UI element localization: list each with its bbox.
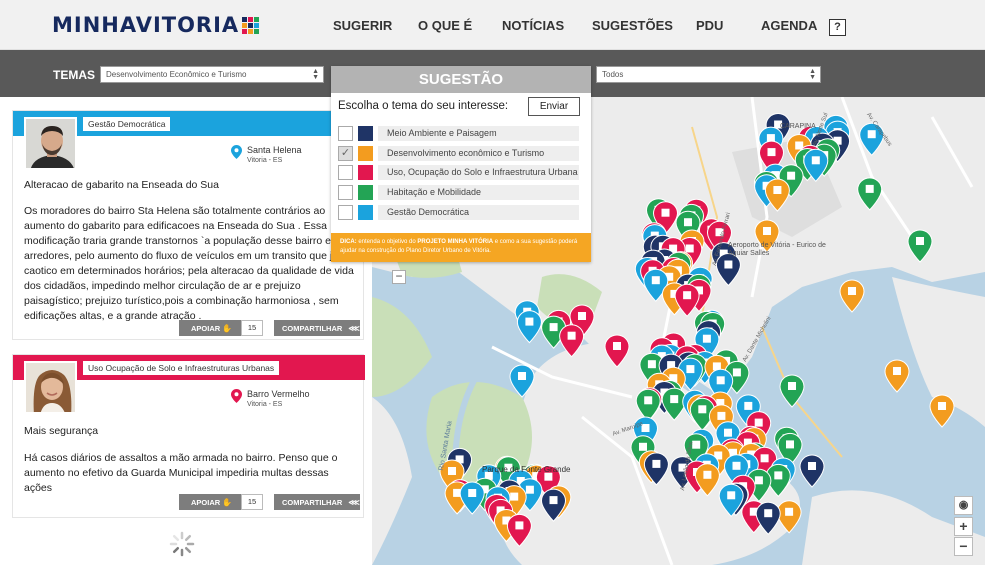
popup-question: Escolha o tema do seu interesse: <box>338 100 509 112</box>
popup-tip: DICA: entenda o objetivo do PROJETO MINH… <box>331 233 591 262</box>
map-label: CARAPINA <box>780 123 816 130</box>
theme-color-swatch <box>358 185 373 200</box>
logo-grid-icon <box>242 16 260 34</box>
share-label: COMPARTILHAR <box>282 498 343 507</box>
tip-project-link[interactable]: PROJETO MINHA VITÓRIA <box>417 239 493 245</box>
locate-button[interactable]: ◉ <box>954 496 973 515</box>
nav-sugestoes[interactable]: SUGESTÕES <box>592 18 673 33</box>
region-filter-value: Todos <box>602 70 624 79</box>
share-label: COMPARTILHAR <box>282 324 343 333</box>
suggestions-list[interactable]: Gestão Democrática Santa Helena Vitoria … <box>0 97 372 565</box>
theme-filter-select[interactable]: Desenvolvimento Econômico e Turismo ▲ ▼ <box>100 66 324 83</box>
theme-option-gestao[interactable]: Gestão Democrática <box>338 205 579 220</box>
theme-checkbox[interactable] <box>338 126 353 141</box>
logo-grid-cell <box>254 16 260 22</box>
logo-grid-cell <box>248 16 254 22</box>
suggestion-popup: SUGESTÃO Escolha o tema do seu interesse… <box>331 66 591 262</box>
theme-color-swatch <box>358 126 373 141</box>
thumbs-up-icon: ✋ <box>222 324 233 333</box>
theme-checkbox[interactable] <box>338 185 353 200</box>
tip-prefix: DICA: <box>340 239 357 245</box>
logo-grid-cell <box>254 28 260 34</box>
map-label: Aeroporto de Vitória - Eurico de Aguiar … <box>728 242 826 257</box>
theme-option-uso-ocupacao[interactable]: Uso, Ocupação do Solo e Infraestrutura U… <box>338 165 579 180</box>
suggestion-body: Os moradores do bairro Sta Helena são to… <box>24 205 354 322</box>
popup-title: SUGESTÃO <box>331 66 591 93</box>
location-city: Vitoria - ES <box>247 157 283 164</box>
support-label: APOIAR <box>191 324 221 333</box>
tip-text: entenda o objetivo do <box>358 239 416 245</box>
share-icon: ⋘ <box>348 324 360 333</box>
thumbs-up-icon: ✋ <box>222 498 233 507</box>
location-name: Santa Helena <box>247 145 302 155</box>
theme-label: Habitação e Mobilidade <box>378 185 579 200</box>
zoom-in-button[interactable]: + <box>954 517 973 536</box>
location-name: Barro Vermelho <box>247 389 310 399</box>
theme-label: Meio Ambiente e Paisagem <box>378 126 579 141</box>
suggestion-body: Há casos diários de assaltos a mão armad… <box>24 452 338 494</box>
logo-grid-cell <box>242 16 248 22</box>
avatar <box>24 361 77 414</box>
suggestion-card: Gestão Democrática Santa Helena Vitoria … <box>12 110 365 340</box>
theme-label: Desenvolvimento econômico e Turismo <box>378 146 579 161</box>
logo-grid-cell <box>242 28 248 34</box>
support-label: APOIAR <box>191 498 221 507</box>
nav-noticias[interactable]: NOTÍCIAS <box>502 18 564 33</box>
updown-arrow-icon: ▲ ▼ <box>809 68 816 81</box>
logo-grid-cell <box>242 22 248 28</box>
logo-grid-cell <box>248 28 254 34</box>
support-button[interactable]: APOIAR ✋ <box>179 320 241 336</box>
suggestion-card: Uso Ocupação de Solo e Infraestruturas U… <box>12 354 365 518</box>
support-count: 15 <box>241 494 263 510</box>
theme-filter-value: Desenvolvimento Econômico e Turismo <box>106 70 247 79</box>
updown-arrow-icon: ▲ ▼ <box>312 68 319 81</box>
logo-grid-cell <box>254 22 260 28</box>
theme-option-desenvolvimento[interactable]: ✓ Desenvolvimento econômico e Turismo <box>338 146 579 161</box>
share-icon: ⋘ <box>348 498 360 507</box>
theme-checkbox[interactable]: ✓ <box>338 146 353 161</box>
theme-checkbox[interactable] <box>338 205 353 220</box>
loading-spinner-icon <box>169 531 195 557</box>
nav-sugerir[interactable]: SUGERIR <box>333 18 392 33</box>
send-button[interactable]: Enviar <box>528 97 580 116</box>
card-theme-label[interactable]: Uso Ocupação de Solo e Infraestruturas U… <box>83 361 280 375</box>
avatar <box>24 117 77 170</box>
nav-agenda[interactable]: AGENDA <box>761 18 817 33</box>
nav-o-que-e[interactable]: O QUE É <box>418 18 472 33</box>
logo-text: MINHAVITORIA <box>52 13 240 37</box>
theme-option-meio-ambiente[interactable]: Meio Ambiente e Paisagem <box>338 126 579 141</box>
share-button[interactable]: COMPARTILHAR ⋘ <box>274 494 360 510</box>
support-count: 15 <box>241 320 263 336</box>
theme-color-swatch <box>358 146 373 161</box>
site-logo[interactable]: MINHAVITORIA <box>52 13 260 37</box>
location-pin-icon <box>231 145 242 159</box>
site-header: MINHAVITORIA SUGERIR O QUE É NOTÍCIAS SU… <box>0 0 985 50</box>
help-button[interactable]: ? <box>829 19 846 36</box>
region-filter-select[interactable]: Todos ▲ ▼ <box>596 66 821 83</box>
location-city: Vitoria - ES <box>247 401 283 408</box>
theme-label: Gestão Democrática <box>378 205 579 220</box>
theme-color-swatch <box>358 205 373 220</box>
share-button[interactable]: COMPARTILHAR ⋘ <box>274 320 360 336</box>
target-icon: ◉ <box>958 499 969 511</box>
suggestion-title: Mais segurança <box>24 425 99 437</box>
zoom-out-button[interactable]: − <box>954 537 973 556</box>
map-zoom-out-small-button[interactable]: − <box>392 270 406 284</box>
checkmark-icon: ✓ <box>340 147 351 159</box>
theme-checkbox[interactable] <box>338 165 353 180</box>
theme-label: Uso, Ocupação do Solo e Infraestrutura U… <box>378 165 579 180</box>
card-theme-label[interactable]: Gestão Democrática <box>83 117 171 131</box>
location-pin-icon <box>231 389 242 403</box>
theme-color-swatch <box>358 165 373 180</box>
nav-pdu[interactable]: PDU <box>696 18 723 33</box>
map-label: Parque da Fonte Grande <box>482 465 571 474</box>
temas-label: TEMAS <box>53 68 95 82</box>
logo-grid-cell <box>248 22 254 28</box>
support-button[interactable]: APOIAR ✋ <box>179 494 241 510</box>
theme-option-habitacao[interactable]: Habitação e Mobilidade <box>338 185 579 200</box>
suggestion-title: Alteracao de gabarito na Enseada do Sua <box>24 179 219 191</box>
